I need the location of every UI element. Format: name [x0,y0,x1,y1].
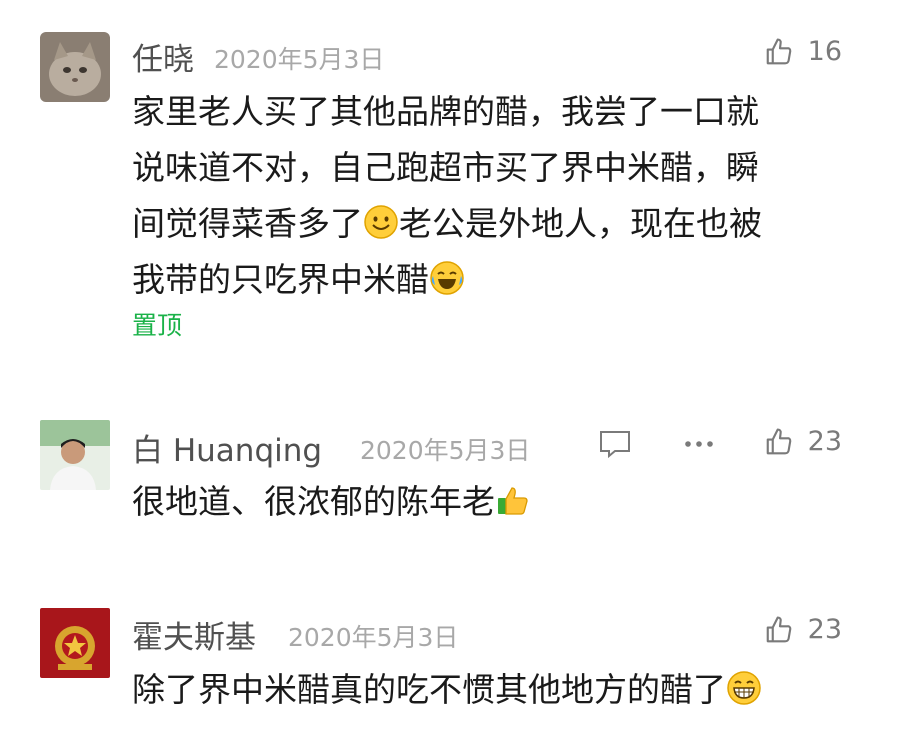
like-count: 23 [807,614,842,645]
thumbs-up-emoji-icon [498,487,528,515]
avatar[interactable] [40,420,110,490]
comment-text-segment: 很地道、很浓郁的陈年老 [132,482,495,521]
comment-text-segment: 除了界中米醋真的吃不惯其他地方的醋了 [132,670,726,709]
comment-text: 很地道、很浓郁的陈年老 [132,474,852,530]
grin-emoji-icon [727,671,761,705]
like-count: 23 [807,426,842,457]
comment-item: 白 Huanqing 2020年5月3日 23 很地道、很浓郁的陈年老 [0,370,900,590]
comment-text-line: 我带的只吃界中米醋 [132,252,852,308]
comment-date: 2020年5月3日 [288,623,459,652]
comment-date: 2020年5月3日 [214,45,385,74]
smile-emoji-icon [364,205,398,239]
author-name[interactable]: 霍夫斯基 [132,612,256,657]
like-button[interactable]: 23 [764,426,842,457]
pinned-label: 置顶 [132,311,183,340]
like-button[interactable]: 23 [764,614,842,645]
comment-item: 任晓 2020年5月3日 16 家里老人买了其他品牌的醋，我尝了一口就 说味道不… [0,0,900,370]
avatar[interactable] [40,32,110,102]
comment-text-segment: 老公是外地人，现在也被 [399,204,762,243]
comment-text: 家里老人买了其他品牌的醋，我尝了一口就 说味道不对，自己跑超市买了界中米醋，瞬 … [132,84,852,308]
comment-text-segment: 我带的只吃界中米醋 [132,260,429,299]
comment-text-line: 家里老人买了其他品牌的醋，我尝了一口就 [132,92,759,131]
like-button[interactable]: 16 [764,36,842,67]
author-name[interactable]: 白 Huanqing [132,425,322,470]
laugh-cry-emoji-icon [430,261,464,295]
comment-text-line: 说味道不对，自己跑超市买了界中米醋，瞬 [132,148,759,187]
thumbs-up-icon [766,37,791,64]
comment-item: 霍夫斯基 2020年5月3日 23 除了界中米醋真的吃不惯其他地方的醋了 [0,590,900,751]
comment-text: 除了界中米醋真的吃不惯其他地方的醋了 [132,662,852,718]
more-dots-icon[interactable] [684,440,714,448]
comment-bubble-icon[interactable] [598,429,632,459]
comment-text-line: 间觉得菜香多了 老公是外地人，现在也被 [132,196,852,252]
thumbs-up-icon [766,615,791,642]
comment-text-segment: 间觉得菜香多了 [132,204,363,243]
avatar[interactable] [40,608,110,678]
like-count: 16 [807,36,842,67]
author-name[interactable]: 任晓 [132,34,194,79]
comment-date: 2020年5月3日 [360,436,531,465]
thumbs-up-icon [766,427,791,454]
